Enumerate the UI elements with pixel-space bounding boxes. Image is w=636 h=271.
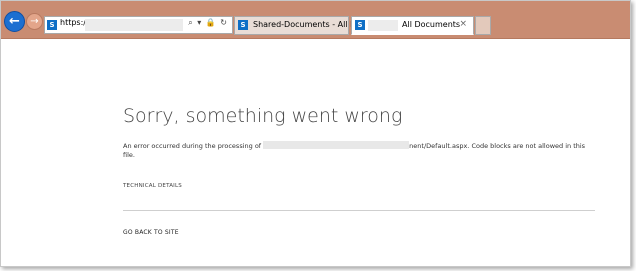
back-arrow-icon[interactable]: ←	[4, 11, 25, 32]
browser-window: ← → S https:/ ⌕ ▾ 🔒 ↻ S Shared-Documents…	[0, 0, 631, 267]
sharepoint-icon: S	[355, 20, 365, 30]
go-back-link[interactable]: GO BACK TO SITE	[123, 229, 179, 236]
sharepoint-icon: S	[47, 20, 57, 30]
divider	[123, 210, 595, 211]
redacted-path	[263, 141, 410, 149]
new-tab-button[interactable]	[475, 16, 491, 35]
sharepoint-icon: S	[238, 20, 248, 30]
redacted-tab-text	[368, 20, 398, 31]
address-text: https:/	[60, 18, 86, 27]
address-bar-tools[interactable]: ⌕ ▾ 🔒 ↻	[188, 18, 228, 28]
technical-details-link[interactable]: TECHNICAL DETAILS	[123, 183, 182, 189]
error-message: An error occurred during the processing …	[123, 141, 595, 160]
page-title: Sorry, something went wrong	[123, 105, 403, 127]
browser-toolbar: ← → S https:/ ⌕ ▾ 🔒 ↻ S Shared-Documents…	[1, 1, 630, 39]
tab-all-documents[interactable]: S All Documents ×	[351, 16, 474, 35]
close-icon[interactable]: ×	[459, 19, 467, 29]
tab-label: All Documents	[402, 20, 461, 29]
forward-arrow-icon[interactable]: →	[26, 13, 43, 30]
address-bar[interactable]: S https:/ ⌕ ▾ 🔒 ↻	[44, 16, 233, 34]
page-content: Sorry, something went wrong An error occ…	[1, 39, 630, 266]
redacted-url	[85, 19, 183, 31]
error-message-prefix: An error occurred during the processing …	[123, 142, 262, 150]
tab-shared-documents[interactable]: S Shared-Documents - All Docu...	[234, 16, 378, 35]
